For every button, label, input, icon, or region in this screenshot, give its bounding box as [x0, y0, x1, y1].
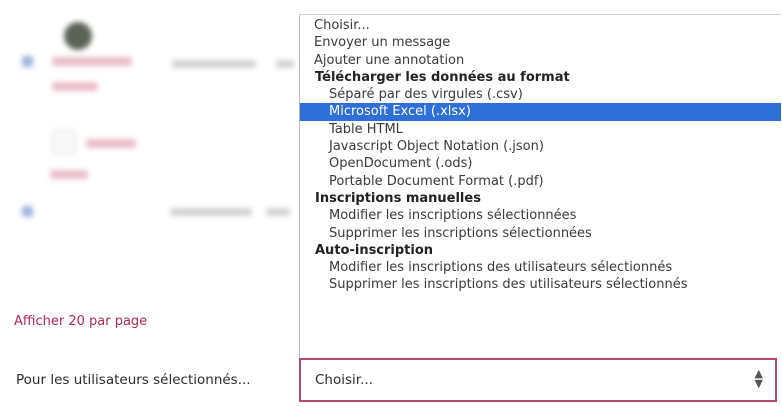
dropdown-option[interactable]: Microsoft Excel (.xlsx) [300, 103, 781, 121]
dropdown-group-label: Télécharger les données au format [315, 69, 570, 85]
blurred-user-name [52, 82, 98, 91]
row-checkbox [22, 56, 33, 67]
dropdown-option[interactable]: Ajouter une annotation [300, 52, 781, 69]
blurred-cell [266, 208, 290, 216]
blurred-link [86, 139, 136, 148]
dropdown-option[interactable]: Séparé par des virgules (.csv) [300, 86, 781, 103]
dropdown-option[interactable]: Modifier les inscriptions des utilisateu… [300, 259, 781, 276]
bulk-action-label: Pour les utilisateurs sélectionnés... [16, 372, 251, 388]
blurred-cell [276, 60, 294, 68]
dropdown-option[interactable]: Choisir... [300, 17, 781, 34]
dropdown-option[interactable]: Envoyer un message [300, 34, 781, 51]
bulk-action-dropdown-list[interactable]: Choisir... Envoyer un message Ajouter une … [299, 14, 781, 359]
blurred-participants-table [0, 0, 300, 260]
dropdown-options: Choisir... Envoyer un message Ajouter une … [300, 15, 781, 294]
blurred-link [50, 170, 88, 179]
blurred-field [52, 130, 76, 154]
dropdown-option[interactable]: Portable Document Format (.pdf) [300, 173, 781, 190]
dropdown-option[interactable]: Supprimer les inscriptions des utilisate… [300, 276, 781, 293]
avatar [64, 22, 92, 50]
blurred-user-name [52, 57, 132, 66]
dropdown-option[interactable]: OpenDocument (.ods) [300, 155, 781, 172]
blurred-cell [170, 208, 252, 216]
dropdown-option[interactable]: Table HTML [300, 121, 781, 138]
dropdown-option[interactable]: Modifier les inscriptions sélectionnées [300, 207, 781, 224]
dropdown-group-label: Inscriptions manuelles [315, 190, 481, 206]
sort-arrows-icon: ▲ ▼ [754, 367, 763, 390]
select-value: Choisir... [315, 372, 373, 388]
dropdown-option[interactable]: Supprimer les inscriptions sélectionnées [300, 225, 781, 242]
show-per-page-link[interactable]: Afficher 20 par page [14, 314, 147, 329]
dropdown-group-label: Auto-inscription [315, 242, 434, 258]
row-checkbox [22, 206, 33, 217]
dropdown-option[interactable]: Javascript Object Notation (.json) [300, 138, 781, 155]
bulk-action-select[interactable]: Choisir... ▲ ▼ [299, 358, 777, 402]
blurred-cell [172, 60, 256, 68]
